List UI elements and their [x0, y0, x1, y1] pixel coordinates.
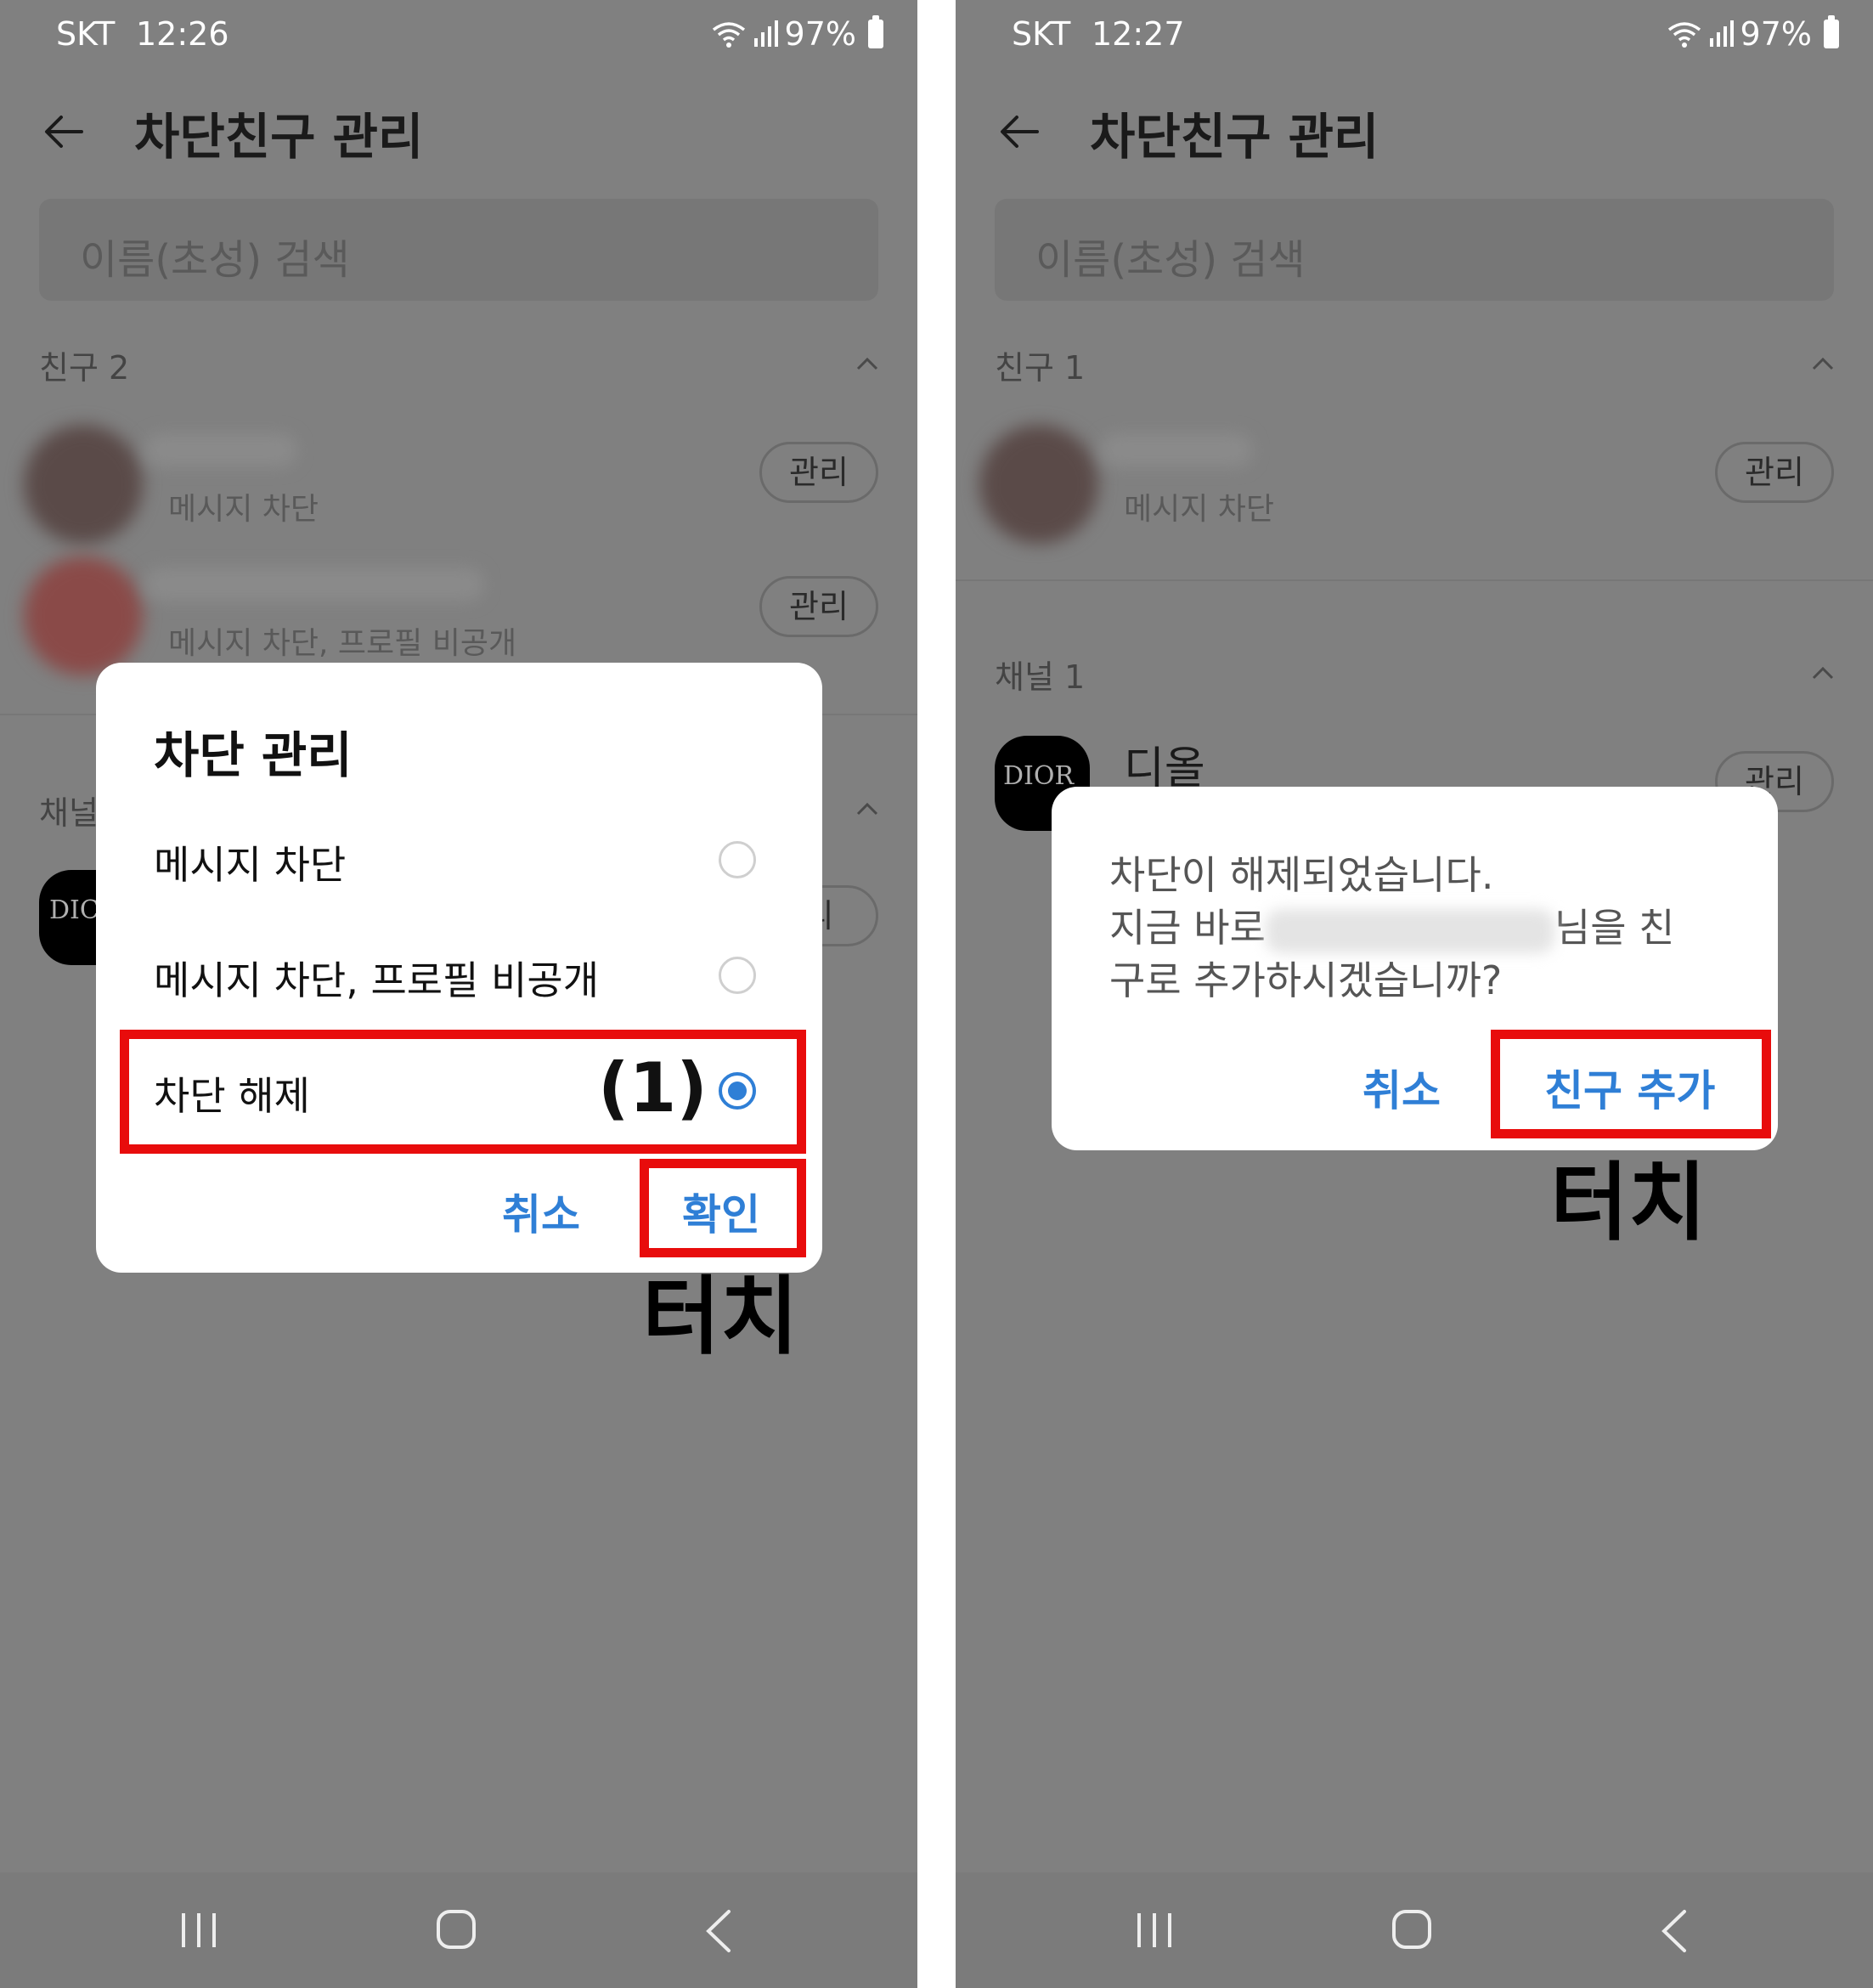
touch-label: 터치	[1550, 1153, 1707, 1252]
status-bar: SKT 12:26 97%	[0, 0, 917, 68]
avatar	[24, 425, 143, 544]
friend-status: 메시지 차단	[168, 492, 319, 527]
chevron-up-icon[interactable]	[1810, 352, 1836, 377]
screen-left: SKT 12:26 97% 차단친구 관리 이름(초성) 검색 친구 2 메시지…	[0, 0, 917, 1988]
carrier-label: SKT	[56, 15, 116, 53]
dialog-message-line2: 지금 바로 님을 친	[1109, 897, 1675, 953]
dialog-message-line3: 구로 추가하시겠습니까?	[1109, 957, 1503, 1003]
search-input[interactable]: 이름(초성) 검색	[39, 199, 878, 301]
cancel-button[interactable]: 취소	[502, 1181, 580, 1242]
clock: 12:26	[136, 15, 229, 53]
search-input[interactable]: 이름(초성) 검색	[995, 199, 1834, 301]
screen-right: SKT 12:27 97% 차단친구 관리 이름(초성) 검색 친구 1 메시지…	[956, 0, 1873, 1988]
status-bar: SKT 12:27 97%	[956, 0, 1873, 68]
nav-back-icon[interactable]	[1657, 1908, 1691, 1954]
wifi-icon	[1667, 22, 1701, 48]
manage-button[interactable]: 관리	[759, 576, 878, 637]
chevron-up-icon[interactable]	[1810, 661, 1836, 686]
back-arrow-icon[interactable]	[998, 110, 1041, 153]
battery-icon	[1824, 15, 1839, 48]
blurred-name	[1100, 433, 1253, 467]
app-bar: 차단친구 관리	[956, 85, 1873, 178]
friend-status: 메시지 차단, 프로필 비공개	[168, 626, 517, 661]
search-placeholder: 이름(초성) 검색	[1035, 236, 1306, 284]
dialog-message-prefix: 지금 바로	[1109, 905, 1266, 951]
avatar	[979, 425, 1098, 544]
highlight-add-friend-button	[1491, 1030, 1771, 1138]
wifi-icon	[712, 22, 745, 48]
signal-icon	[753, 20, 778, 47]
navigation-bar	[956, 1872, 1873, 1988]
recent-apps-icon[interactable]	[180, 1912, 219, 1949]
back-arrow-icon[interactable]	[42, 110, 85, 153]
blurred-name	[1265, 908, 1554, 953]
dialog-message-suffix: 님을 친	[1554, 905, 1675, 951]
radio-message-block[interactable]	[719, 841, 756, 878]
dialog-title: 차단 관리	[154, 726, 353, 784]
divider	[956, 579, 1873, 581]
option-message-block[interactable]: 메시지 차단	[154, 834, 346, 890]
highlight-confirm-button	[640, 1159, 806, 1257]
page-title: 차단친구 관리	[1090, 108, 1379, 166]
radio-block-hide-profile[interactable]	[719, 957, 756, 994]
option-block-hide-profile[interactable]: 메시지 차단, 프로필 비공개	[154, 950, 599, 1006]
app-bar: 차단친구 관리	[0, 85, 917, 178]
step-label: (1)	[598, 1048, 708, 1127]
manage-button[interactable]: 관리	[1715, 442, 1834, 503]
clock: 12:27	[1092, 15, 1185, 53]
home-icon[interactable]	[1391, 1908, 1433, 1951]
carrier-label: SKT	[1012, 15, 1071, 53]
dialog-message-line1: 차단이 해제되었습니다.	[1109, 852, 1494, 898]
channel-logo-text: DIOR	[1003, 761, 1075, 791]
home-icon[interactable]	[435, 1908, 477, 1951]
signal-icon	[1709, 20, 1734, 47]
blurred-name	[144, 433, 297, 467]
blurred-name	[144, 568, 484, 601]
avatar	[24, 556, 143, 675]
touch-label: 터치	[642, 1267, 798, 1366]
channel-section-label: 채널 1	[995, 658, 1086, 696]
nav-back-icon[interactable]	[702, 1908, 736, 1954]
friends-section-label: 친구 2	[39, 349, 130, 387]
friend-status: 메시지 차단	[1124, 492, 1275, 527]
cancel-button[interactable]: 취소	[1362, 1057, 1441, 1118]
manage-button[interactable]: 관리	[759, 442, 878, 503]
channel-logo-text: DIC	[49, 895, 99, 925]
navigation-bar	[0, 1872, 917, 1988]
chevron-up-icon[interactable]	[855, 797, 880, 822]
friends-section-label: 친구 1	[995, 349, 1086, 387]
battery-percent: 97%	[784, 15, 856, 53]
chevron-up-icon[interactable]	[855, 352, 880, 377]
page-title: 차단친구 관리	[134, 108, 424, 166]
channel-section-label: 채널	[39, 794, 99, 832]
battery-percent: 97%	[1740, 15, 1812, 53]
recent-apps-icon[interactable]	[1136, 1912, 1175, 1949]
battery-icon	[868, 15, 883, 48]
search-placeholder: 이름(초성) 검색	[80, 236, 350, 284]
